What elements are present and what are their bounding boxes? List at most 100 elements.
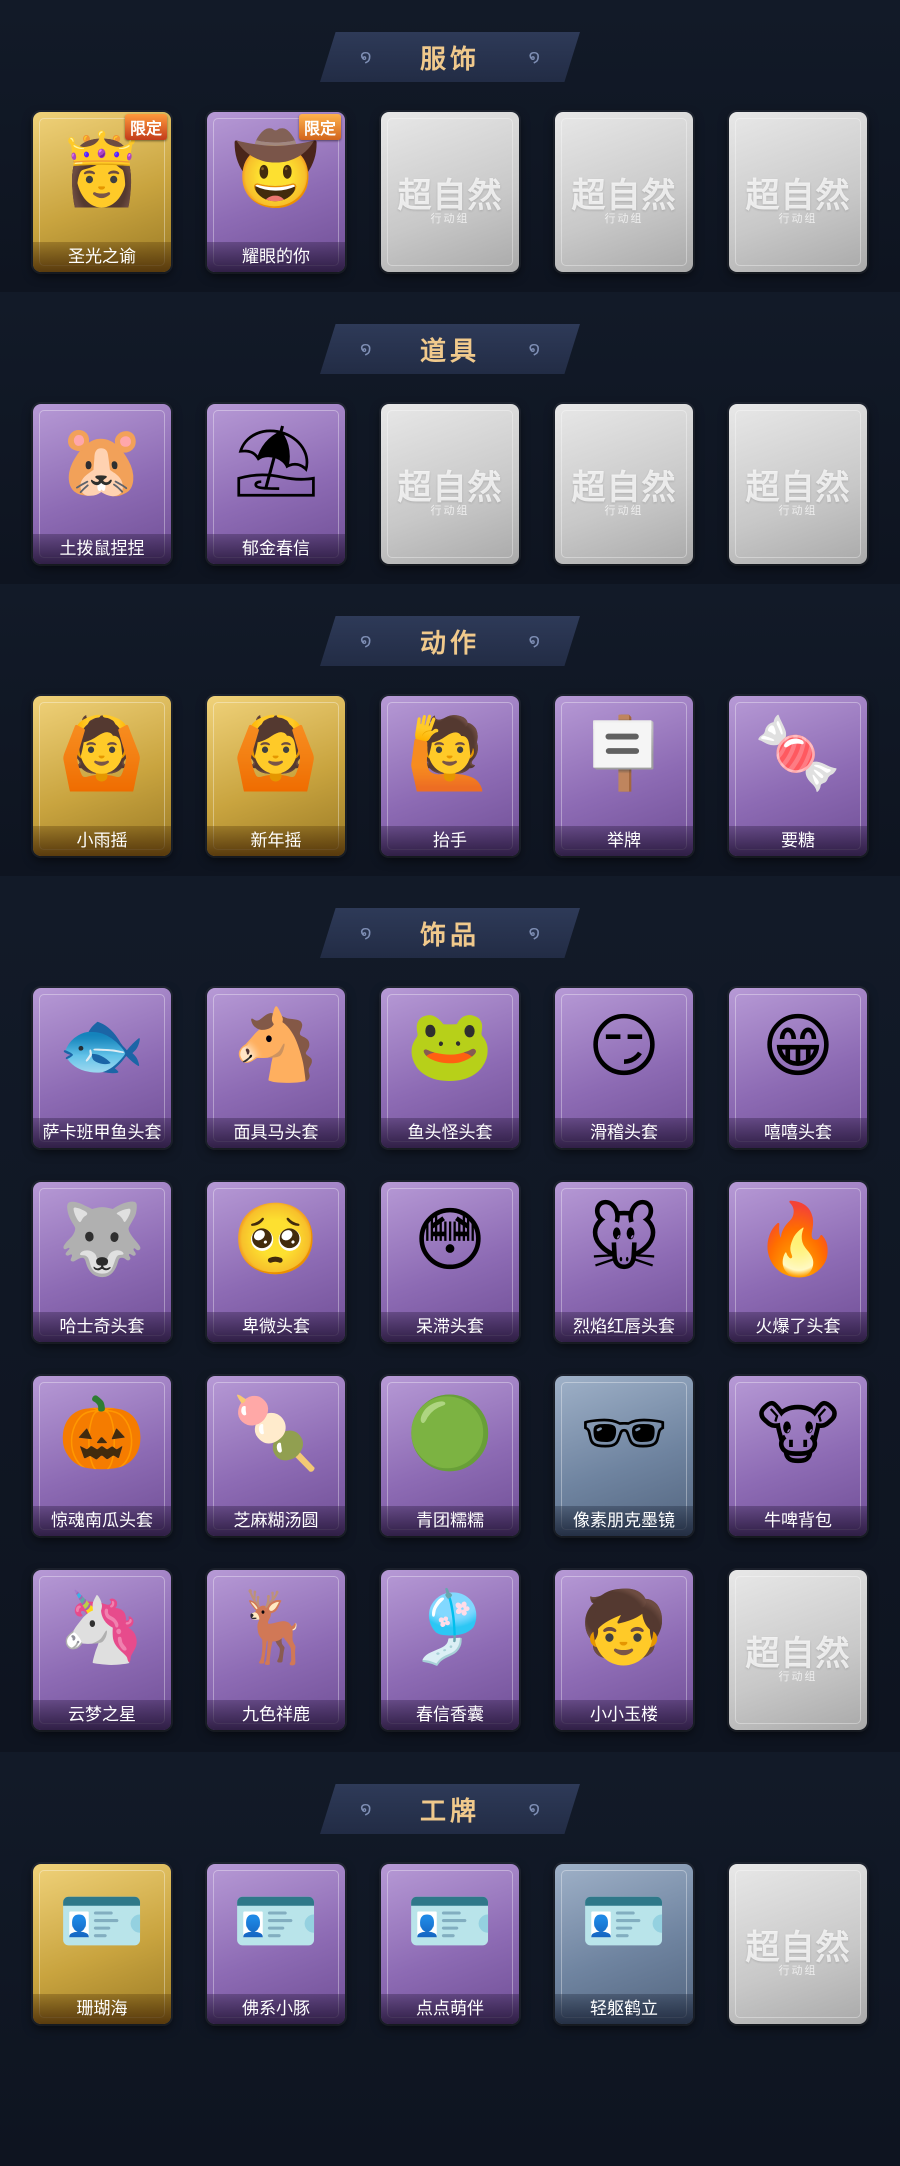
item-card[interactable]: 🦌 九色祥鹿 [207,1570,345,1730]
item-label: 青团糯糯 [381,1506,519,1536]
smirk-emoji-icon: 😏 [587,1007,661,1085]
pumpkin-icon: 🎃 [58,1394,146,1472]
placeholder-logo-subtext: 行动组 [778,213,818,225]
placeholder-logo-subtext: 行动组 [778,1671,818,1683]
item-label: 郁金春信 [207,534,345,564]
item-label: 哈士奇头套 [33,1312,171,1342]
badge-card-icon: 🪪 [406,1882,494,1960]
swirl-right-icon: ໑ [528,922,540,942]
item-label: 佛系小豚 [207,1994,345,2024]
item-label: 火爆了头套 [729,1312,867,1342]
husky-icon: 🐺 [58,1200,146,1278]
item-card[interactable]: 😏 滑稽头套 [555,988,693,1148]
item-card[interactable]: 🐹 土拨鼠捏捏 [33,404,171,564]
section-2: ໑ 动作 ໑ 🙆 小雨摇 🙆 新年摇 🙋 抬手 🪧 举牌 🍬 要糖 [0,584,900,876]
item-card[interactable]: 🙆 小雨摇 [33,696,171,856]
section-banner: ໑ 服饰 ໑ [320,32,580,82]
item-card[interactable]: 🦄 云梦之星 [33,1570,171,1730]
swirl-left-icon: ໑ [360,630,372,650]
swirl-right-icon: ໑ [528,46,540,66]
item-label: 抬手 [381,826,519,856]
badge-card-icon: 🪪 [232,1882,320,1960]
item-card[interactable]: 😳 呆滞头套 [381,1182,519,1342]
item-card[interactable]: 🐭 烈焰红唇头套 [555,1182,693,1342]
cowgirl-icon: 🤠 [232,130,320,208]
section-banner: ໑ 道具 ໑ [320,324,580,374]
section-title: 饰品 [419,920,480,951]
section-0: ໑服饰໑ 👸 圣光之谕 限定 🤠 耀眼的你 限定 超自然 行动组 超自然 行动组 超自然 行动组 [0,0,900,292]
empty-slot-card[interactable]: 超自然 行动组 [381,404,519,564]
dumpling-icon: 🍡 [232,1394,320,1472]
item-card[interactable]: 🍬 要糖 [729,696,867,856]
item-label: 举牌 [555,826,693,856]
item-card[interactable]: 🧒 小小玉楼 [555,1570,693,1730]
empty-slot-card[interactable]: 超自然 行动组 [555,112,693,272]
item-label: 九色祥鹿 [207,1700,345,1730]
item-label: 小雨摇 [33,826,171,856]
raise-hand-icon: 🙋 [406,714,494,792]
badge-card-icon: 🪪 [580,1882,668,1960]
item-card[interactable]: 🙆 新年摇 [207,696,345,856]
item-card[interactable]: 🍡 芝麻糊汤圆 [207,1376,345,1536]
green-rice-ball-icon: 🟢 [406,1394,494,1472]
item-card[interactable]: 🐴 面具马头套 [207,988,345,1148]
item-label: 新年摇 [207,826,345,856]
item-card[interactable]: 🪪 珊瑚海 [33,1864,171,2024]
item-card[interactable]: 🪪 佛系小豚 [207,1864,345,2024]
item-label: 牛啤背包 [729,1506,867,1536]
empty-slot-card[interactable]: 超自然 行动组 [729,1570,867,1730]
item-card[interactable]: 🟢 青团糯糯 [381,1376,519,1536]
item-label: 要糖 [729,826,867,856]
fish-head-icon: 🐟 [58,1006,146,1084]
grin-emoji-icon: 😁 [761,1007,835,1085]
doll-icon: 👸 [58,130,146,208]
parasol-icon: ⛱ [231,422,321,500]
item-card[interactable]: 🎃 惊魂南瓜头套 [33,1376,171,1536]
section-title: 道具 [419,336,480,367]
section-1: ໑道具໑ 🐹 土拨鼠捏捏 ⛱ 郁金春信 超自然 行动组 超自然 行动组 超自然 行动组 [0,292,900,584]
item-card[interactable]: 🐺 哈士奇头套 [33,1182,171,1342]
item-card[interactable]: 🥺 卑微头套 [207,1182,345,1342]
item-card[interactable]: 😁 嘻嘻头套 [729,988,867,1148]
empty-slot-card[interactable]: 超自然 行动组 [729,1864,867,2024]
empty-slot-card[interactable]: 超自然 行动组 [729,404,867,564]
section-banner: ໑ 工牌 ໑ [320,1784,580,1834]
swirl-left-icon: ໑ [360,46,372,66]
empty-slot-card[interactable]: 超自然 行动组 [381,112,519,272]
item-card[interactable]: 🪪 轻躯鹤立 [555,1864,693,2024]
placeholder-logo-subtext: 行动组 [778,1965,818,1977]
hold-sign-icon: 🪧 [580,714,668,792]
item-label: 圣光之谕 [33,242,171,272]
pikachu-icon: 🐭 [587,1201,661,1279]
item-card[interactable]: 👸 圣光之谕 限定 [33,112,171,272]
item-card[interactable]: 🐟 萨卡班甲鱼头套 [33,988,171,1148]
item-label: 滑稽头套 [555,1118,693,1148]
item-card[interactable]: ⛱ 郁金春信 [207,404,345,564]
item-card[interactable]: 🕶 像素朋克墨镜 [555,1376,693,1536]
section-title: 工牌 [419,1796,480,1827]
item-card[interactable]: 🪧 举牌 [555,696,693,856]
empty-slot-card[interactable]: 超自然 行动组 [729,112,867,272]
item-card[interactable]: 🐸 鱼头怪头套 [381,988,519,1148]
unicorn-icon: 🦄 [58,1588,146,1666]
item-card[interactable]: 🐮 牛啤背包 [729,1376,867,1536]
swirl-right-icon: ໑ [528,630,540,650]
item-label: 烈焰红唇头套 [555,1312,693,1342]
item-label: 耀眼的你 [207,242,345,272]
section-banner: ໑ 动作 ໑ [320,616,580,666]
item-card[interactable]: 🙋 抬手 [381,696,519,856]
pixel-sunglasses-icon: 🕶 [579,1394,669,1472]
item-label: 嘻嘻头套 [729,1118,867,1148]
item-card[interactable]: 🎐 春信香囊 [381,1570,519,1730]
item-card[interactable]: 🔥 火爆了头套 [729,1182,867,1342]
section-title: 服饰 [419,44,480,75]
section-title: 动作 [419,628,480,659]
deer-icon: 🦌 [232,1588,320,1666]
item-label: 春信香囊 [381,1700,519,1730]
item-card[interactable]: 🪪 点点萌伴 [381,1864,519,2024]
chibi-icon: 🧒 [580,1588,668,1666]
empty-slot-card[interactable]: 超自然 行动组 [555,404,693,564]
item-card[interactable]: 🤠 耀眼的你 限定 [207,112,345,272]
placeholder-logo-subtext: 行动组 [778,505,818,517]
placeholder-logo-subtext: 行动组 [430,505,470,517]
